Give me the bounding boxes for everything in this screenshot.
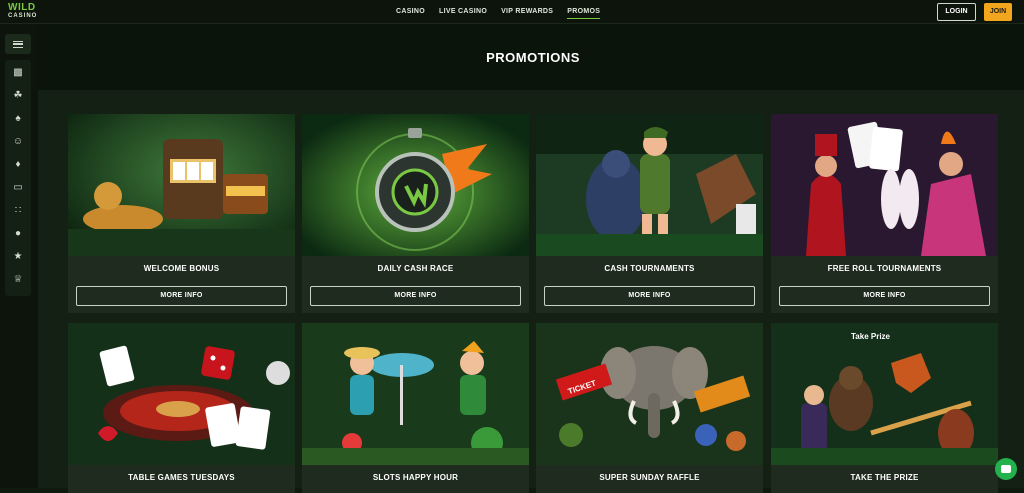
promo-card-table-games-tuesdays[interactable]: TABLE GAMES TUESDAYS — [68, 323, 295, 493]
cards-icon[interactable]: ♦ — [5, 154, 31, 176]
daily-cash-race-artwork — [302, 114, 529, 256]
promo-title: TAKE THE PRIZE — [850, 473, 919, 482]
promo-title: FREE ROLL TOURNAMENTS — [827, 264, 942, 273]
join-button[interactable]: JOIN — [984, 3, 1012, 21]
trophy-icon[interactable]: ★ — [5, 246, 31, 268]
main-nav: CASINO LIVE CASINO VIP REWARDS PROMOS — [396, 0, 601, 24]
nav-vip-rewards[interactable]: VIP REWARDS — [501, 0, 553, 24]
more-info-button[interactable]: MORE INFO — [779, 286, 990, 306]
promo-card-take-the-prize[interactable]: Take Prize TAKE THE PRIZE — [771, 323, 998, 493]
cash-tournaments-artwork — [536, 114, 763, 256]
nav-casino[interactable]: CASINO — [396, 0, 425, 24]
login-button[interactable]: LOGIN — [937, 3, 976, 21]
super-sunday-raffle-artwork: TICKET — [536, 323, 763, 465]
promo-title: SUPER SUNDAY RAFFLE — [599, 473, 700, 482]
dice-icon[interactable]: ∷ — [5, 200, 31, 222]
hamburger-icon[interactable] — [5, 34, 31, 54]
more-info-button[interactable]: MORE INFO — [310, 286, 521, 306]
nav-promos[interactable]: PROMOS — [567, 0, 601, 24]
left-sidebar: ▩ ☘ ♠ ☺ ♦ ▭ ∷ ● ★ ♕ — [0, 24, 38, 488]
promo-card-free-roll-tournaments[interactable]: FREE ROLL TOURNAMENTS MORE INFO — [771, 114, 998, 313]
nav-live-casino[interactable]: LIVE CASINO — [439, 0, 487, 24]
cherries-icon[interactable]: ☘ — [5, 85, 31, 107]
page-title: PROMOTIONS — [486, 50, 580, 65]
crown-icon[interactable]: ♕ — [5, 269, 31, 291]
basketball-icon[interactable]: ● — [5, 223, 31, 245]
free-roll-tournaments-artwork — [771, 114, 998, 256]
top-bar: WILD CASINO CASINO LIVE CASINO VIP REWAR… — [0, 0, 1024, 24]
laptop-icon[interactable]: ▭ — [5, 177, 31, 199]
promotions-grid: WELCOME BONUS MORE INFO DAILY CASH RACE … — [38, 90, 1024, 493]
take-the-prize-artwork: Take Prize — [771, 323, 998, 465]
promo-title: TABLE GAMES TUESDAYS — [128, 473, 235, 482]
promo-title: DAILY CASH RACE — [377, 264, 454, 273]
table-games-artwork — [68, 323, 295, 465]
wild-casino-logo[interactable]: WILD CASINO — [8, 3, 44, 21]
welcome-bonus-artwork — [68, 114, 295, 256]
logo-subtitle: CASINO — [8, 13, 38, 19]
promo-card-super-sunday-raffle[interactable]: TICKET SUPER SUNDAY RAFFLE — [536, 323, 763, 493]
promo-card-cash-tournaments[interactable]: CASH TOURNAMENTS MORE INFO — [536, 114, 763, 313]
category-icon-group: ▩ ☘ ♠ ☺ ♦ ▭ ∷ ● ★ ♕ — [5, 60, 31, 296]
spade-icon[interactable]: ♠ — [5, 108, 31, 130]
slots-happy-hour-artwork — [302, 323, 529, 465]
promo-title: WELCOME BONUS — [143, 264, 220, 273]
live-chat-icon[interactable] — [995, 458, 1017, 480]
logo-wordmark: WILD — [8, 2, 36, 13]
more-info-button[interactable]: MORE INFO — [544, 286, 755, 306]
promo-card-welcome-bonus[interactable]: WELCOME BONUS MORE INFO — [68, 114, 295, 313]
promo-title: SLOTS HAPPY HOUR — [372, 473, 459, 482]
promo-card-slots-happy-hour[interactable]: SLOTS HAPPY HOUR — [302, 323, 529, 493]
more-info-button[interactable]: MORE INFO — [76, 286, 287, 306]
live-dealer-icon[interactable]: ☺ — [5, 131, 31, 153]
take-prize-logo: Take Prize — [851, 332, 891, 341]
promo-card-daily-cash-race[interactable]: DAILY CASH RACE MORE INFO — [302, 114, 529, 313]
promo-title: CASH TOURNAMENTS — [604, 264, 695, 273]
slots-icon[interactable]: ▩ — [5, 62, 31, 84]
